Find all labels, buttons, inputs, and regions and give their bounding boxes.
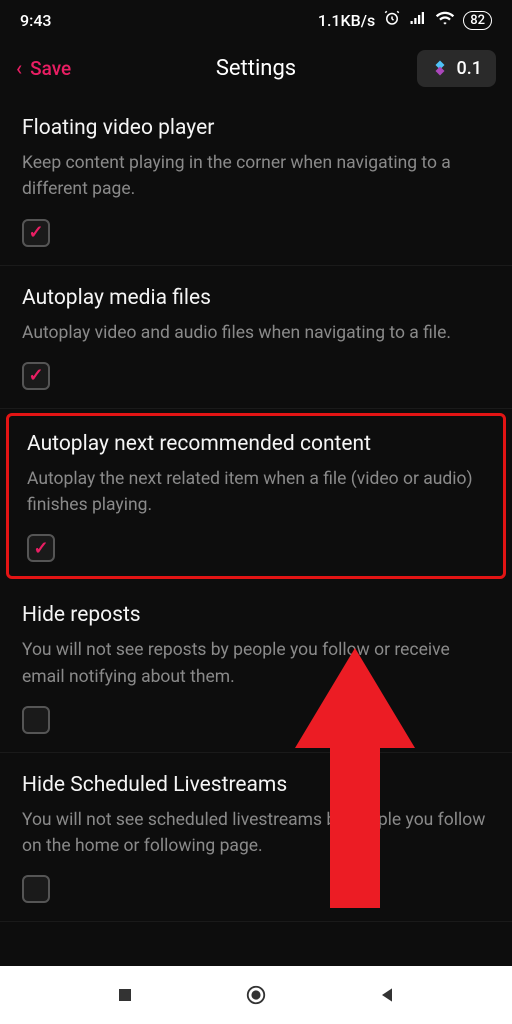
coin-icon <box>431 59 449 77</box>
setting-floating-video[interactable]: Floating video player Keep content playi… <box>0 96 512 266</box>
back-save-button[interactable]: ‹ Save <box>16 56 71 80</box>
status-bar: 9:43 1.1KB/s 82 <box>0 0 512 40</box>
setting-title: Floating video player <box>22 116 490 140</box>
setting-autoplay-next[interactable]: Autoplay next recommended content Autopl… <box>6 413 506 580</box>
phone-screen: 9:43 1.1KB/s 82 ‹ Save Settings 0.1 <box>0 0 512 1024</box>
app-header: ‹ Save Settings 0.1 <box>0 40 512 96</box>
page-title: Settings <box>216 56 296 81</box>
setting-autoplay-media[interactable]: Autoplay media files Autoplay video and … <box>0 266 512 409</box>
alarm-icon <box>383 9 401 31</box>
coin-value: 0.1 <box>457 58 482 79</box>
setting-hide-livestreams[interactable]: Hide Scheduled Livestreams You will not … <box>0 753 512 923</box>
checkbox-hide-reposts[interactable] <box>22 706 50 734</box>
setting-hide-reposts[interactable]: Hide reposts You will not see reposts by… <box>0 583 512 753</box>
checkbox-autoplay-media[interactable]: ✓ <box>22 362 50 390</box>
check-icon: ✓ <box>33 538 48 559</box>
wifi-icon <box>435 8 455 32</box>
setting-description: You will not see reposts by people you f… <box>22 637 490 690</box>
setting-title: Hide reposts <box>22 603 490 627</box>
check-icon: ✓ <box>28 222 43 243</box>
nav-recents-button[interactable] <box>113 983 137 1007</box>
chevron-left-icon: ‹ <box>16 56 22 80</box>
setting-description: You will not see scheduled livestreams b… <box>22 807 490 860</box>
setting-description: Keep content playing in the corner when … <box>22 150 490 203</box>
network-speed: 1.1KB/s <box>318 11 375 30</box>
checkbox-floating-video[interactable]: ✓ <box>22 219 50 247</box>
back-label: Save <box>30 57 71 80</box>
signal-icon <box>409 9 427 31</box>
setting-description: Autoplay the next related item when a fi… <box>27 466 485 519</box>
status-left: 9:43 <box>20 11 52 30</box>
clock-time: 9:43 <box>20 11 52 30</box>
setting-title: Autoplay next recommended content <box>27 432 485 456</box>
nav-bar <box>0 966 512 1024</box>
nav-back-button[interactable] <box>375 983 399 1007</box>
setting-title: Autoplay media files <box>22 286 490 310</box>
coin-badge[interactable]: 0.1 <box>417 50 496 87</box>
status-right: 1.1KB/s 82 <box>318 8 492 32</box>
nav-home-button[interactable] <box>244 983 268 1007</box>
checkbox-hide-livestreams[interactable] <box>22 875 50 903</box>
checkbox-autoplay-next[interactable]: ✓ <box>27 534 55 562</box>
settings-list: Floating video player Keep content playi… <box>0 96 512 922</box>
battery-indicator: 82 <box>463 11 492 30</box>
setting-description: Autoplay video and audio files when navi… <box>22 320 490 346</box>
check-icon: ✓ <box>28 365 43 386</box>
setting-title: Hide Scheduled Livestreams <box>22 773 490 797</box>
